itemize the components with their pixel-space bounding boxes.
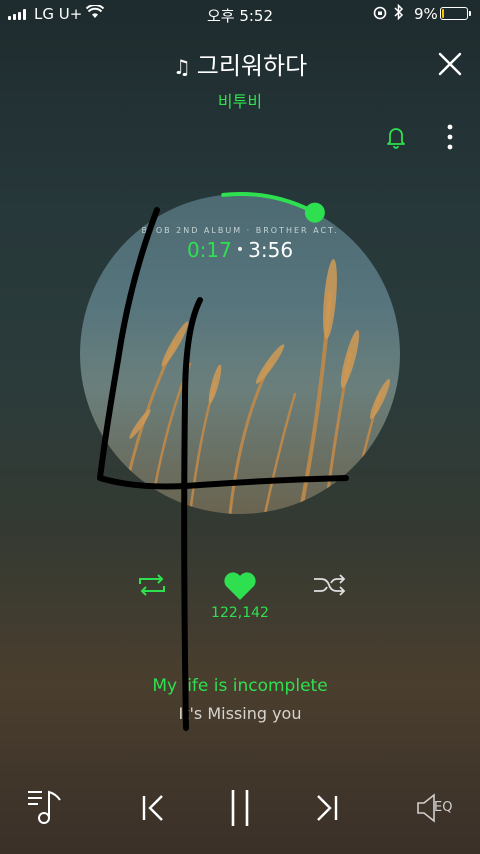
lyric-current[interactable]: My life is incomplete xyxy=(0,676,480,696)
heart-button[interactable] xyxy=(222,570,258,602)
artist-name[interactable]: 비투비 xyxy=(0,88,480,112)
bluetooth-icon xyxy=(394,4,404,20)
playlist-button[interactable] xyxy=(26,788,66,826)
more-vertical-icon[interactable] xyxy=(440,122,460,152)
status-bar: LG U+ 오후 5:52 9% xyxy=(0,0,480,26)
next-button[interactable] xyxy=(312,794,340,822)
music-note-icon: ♫ xyxy=(172,55,191,79)
progress-ring[interactable] xyxy=(221,178,340,238)
orientation-lock-icon xyxy=(373,6,387,20)
progress-knob[interactable] xyxy=(304,202,325,223)
eq-label: EQ xyxy=(434,800,453,815)
like-count: 122,142 xyxy=(211,605,269,621)
bell-icon[interactable] xyxy=(384,124,408,150)
battery-percent: 9% xyxy=(414,5,438,23)
song-title-row: ♫ 그리워하다 xyxy=(0,46,480,81)
progress-arc xyxy=(221,192,312,213)
playback-time: 0:17 • 3:56 xyxy=(186,238,294,262)
song-title: 그리워하다 xyxy=(196,52,308,80)
total-time: 3:56 xyxy=(248,238,294,262)
equalizer-button[interactable]: EQ xyxy=(414,792,464,824)
album-artwork[interactable]: BTOB 2ND ALBUM · BROTHER ACT. 0:17 • 3:56 xyxy=(80,194,400,514)
shuffle-button[interactable] xyxy=(312,572,346,598)
close-button[interactable] xyxy=(436,50,464,78)
current-time: 0:17 xyxy=(186,238,232,262)
lyric-next[interactable]: It's Missing you xyxy=(0,704,480,723)
pause-button[interactable] xyxy=(228,788,252,828)
status-time: 오후 5:52 xyxy=(206,7,274,25)
previous-button[interactable] xyxy=(140,794,168,822)
repeat-button[interactable] xyxy=(136,572,168,598)
battery-icon xyxy=(440,7,471,20)
